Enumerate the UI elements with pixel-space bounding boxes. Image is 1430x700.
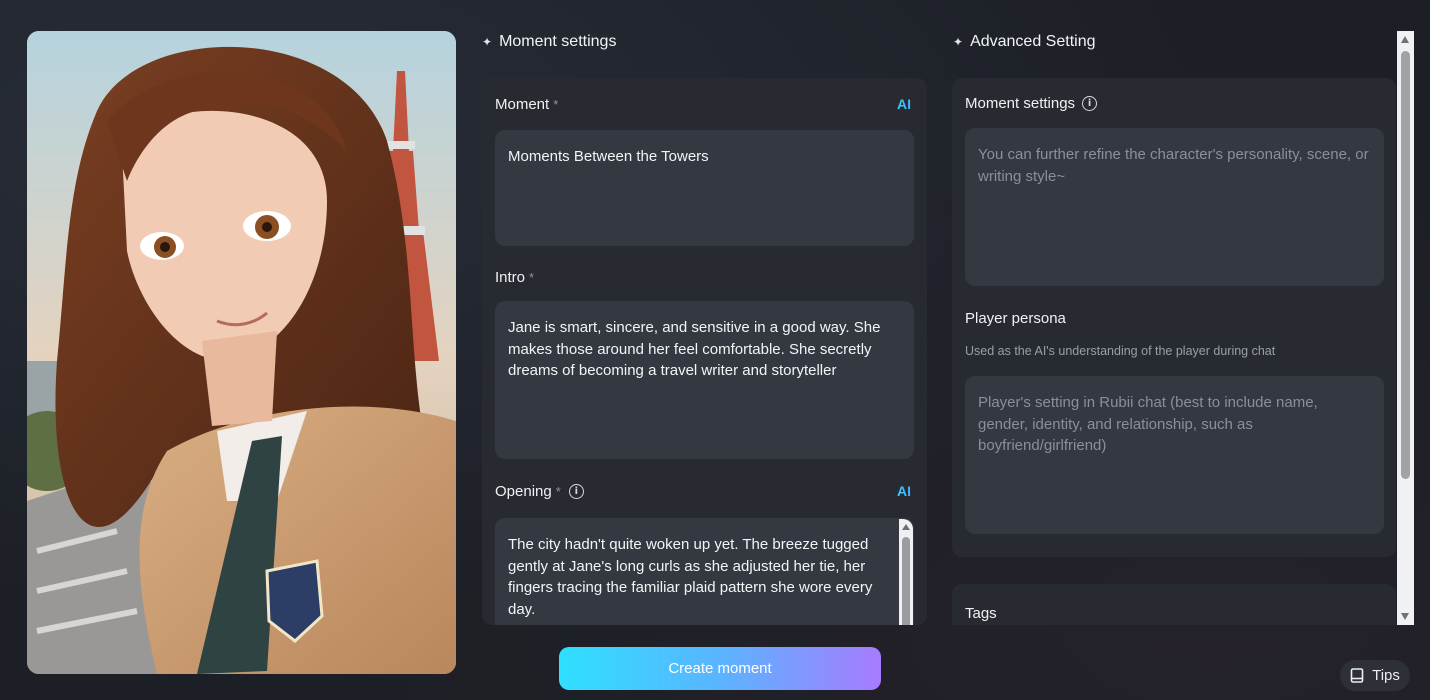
intro-label: Intro * bbox=[495, 269, 534, 286]
scrollbar-thumb[interactable] bbox=[1401, 51, 1410, 479]
advanced-moment-settings-input[interactable]: You can further refine the character's p… bbox=[965, 128, 1384, 286]
character-portrait bbox=[27, 31, 456, 674]
create-moment-button[interactable]: Create moment bbox=[559, 647, 881, 690]
portrait-illustration bbox=[27, 31, 456, 674]
advanced-moment-settings-label: Moment settings i bbox=[965, 95, 1098, 112]
opening-scrollbar[interactable] bbox=[899, 519, 913, 625]
advanced-moment-settings-label-text: Moment settings bbox=[965, 95, 1076, 112]
moment-settings-heading: ✦ Moment settings bbox=[482, 33, 616, 51]
required-mark: * bbox=[555, 484, 561, 499]
player-persona-hint: Used as the AI's understanding of the pl… bbox=[965, 344, 1276, 358]
tips-button[interactable]: Tips bbox=[1340, 660, 1410, 691]
tips-label: Tips bbox=[1372, 667, 1400, 684]
moment-label: Moment * bbox=[495, 96, 558, 113]
advanced-settings-panel: Moment settings i You can further refine… bbox=[952, 78, 1396, 557]
required-mark: * bbox=[553, 97, 559, 112]
intro-input[interactable]: Jane is smart, sincere, and sensitive in… bbox=[495, 301, 914, 459]
sparkle-icon: ✦ bbox=[953, 35, 964, 49]
moment-label-text: Moment bbox=[495, 96, 550, 113]
advanced-setting-title: Advanced Setting bbox=[970, 33, 1096, 50]
opening-label-text: Opening bbox=[495, 483, 552, 500]
scrollbar-thumb[interactable] bbox=[902, 537, 910, 625]
moment-input[interactable]: Moments Between the Towers bbox=[495, 130, 914, 246]
tags-label: Tags bbox=[965, 605, 997, 622]
scroll-down-arrow-icon[interactable] bbox=[1401, 613, 1409, 620]
moment-settings-panel: Moment * AI Moments Between the Towers In… bbox=[482, 78, 927, 625]
intro-label-text: Intro bbox=[495, 269, 526, 286]
info-icon[interactable]: i bbox=[1082, 96, 1098, 111]
opening-input[interactable]: The city hadn't quite woken up yet. The … bbox=[495, 518, 914, 625]
moment-ai-button[interactable]: AI bbox=[897, 96, 911, 112]
advanced-setting-heading: ✦ Advanced Setting bbox=[953, 33, 1095, 51]
player-persona-input[interactable]: Player's setting in Rubii chat (best to … bbox=[965, 376, 1384, 534]
moment-settings-title: Moment settings bbox=[499, 33, 617, 50]
sparkle-icon: ✦ bbox=[482, 35, 493, 49]
tags-panel: Tags bbox=[952, 584, 1396, 625]
scroll-up-arrow-icon[interactable] bbox=[902, 524, 910, 530]
scroll-up-arrow-icon[interactable] bbox=[1401, 36, 1409, 43]
required-mark: * bbox=[529, 270, 535, 285]
info-icon[interactable]: i bbox=[568, 484, 584, 499]
settings-scrollbar[interactable] bbox=[1397, 31, 1414, 625]
opening-text: The city hadn't quite woken up yet. The … bbox=[508, 536, 873, 618]
opening-ai-button[interactable]: AI bbox=[897, 483, 911, 499]
book-icon bbox=[1350, 668, 1364, 683]
opening-label: Opening * i bbox=[495, 483, 584, 500]
player-persona-label: Player persona bbox=[965, 310, 1066, 327]
